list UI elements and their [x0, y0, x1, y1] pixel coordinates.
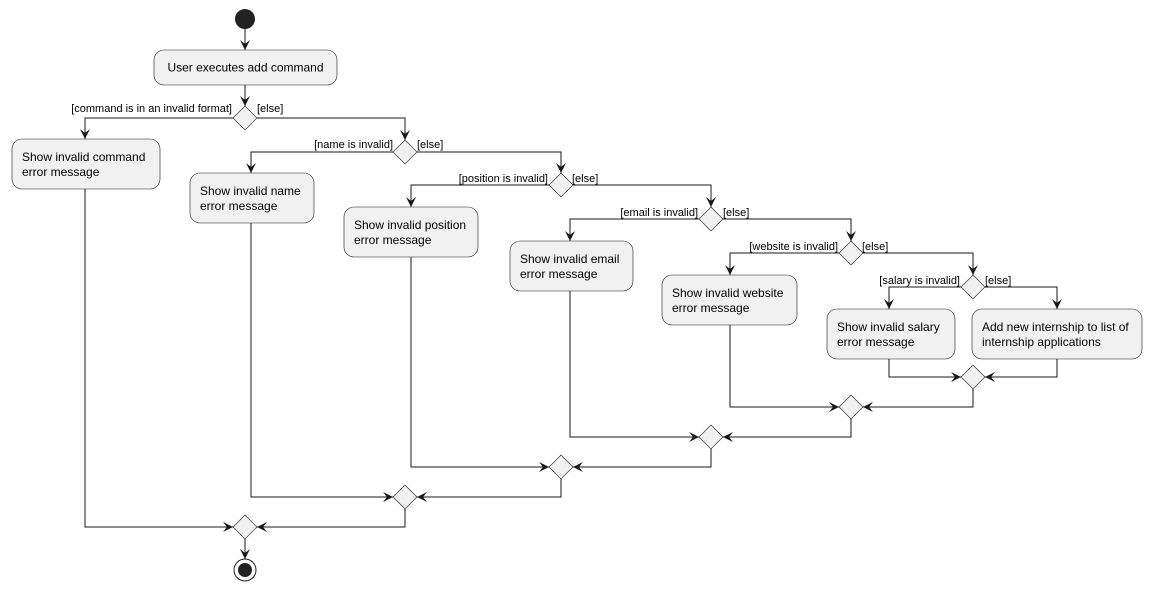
- edge: [863, 252, 978, 275]
- guard-d3-yes: [position is invalid]: [459, 173, 548, 185]
- edge: [725, 252, 839, 275]
- activity-invalid-name: Show invalid name error message: [189, 172, 315, 224]
- decision-d1: [232, 105, 258, 131]
- edge: [80, 117, 233, 139]
- guard-d4-yes: [email is invalid]: [620, 207, 698, 219]
- edge: [565, 218, 699, 241]
- guard-d6-no: [else]: [985, 275, 1011, 287]
- activity-label: User executes add command: [167, 61, 323, 75]
- guard-d3-no: [else]: [572, 173, 598, 185]
- merge-m5: [838, 394, 864, 420]
- decision-d4: [698, 206, 724, 232]
- edge: [246, 151, 393, 173]
- activity-invalid-position: Show invalid position error message: [343, 206, 479, 258]
- edge: [257, 117, 410, 140]
- activity-invalid-salary: Show invalid salary error message: [826, 308, 956, 360]
- edge: [417, 479, 562, 502]
- activity-diagram: User executes add command Show invalid co…: [11, 9, 1143, 582]
- guard-d5-yes: [website is invalid]: [749, 241, 838, 253]
- guard-d1-yes: [command is in an invalid format]: [71, 103, 232, 115]
- edge: [573, 449, 712, 472]
- edge: [985, 359, 1058, 382]
- merge-m3: [548, 454, 574, 480]
- nodes: User executes add command Show invalid co…: [11, 9, 1143, 582]
- guard-d4-no: [else]: [723, 207, 749, 219]
- merge-m4: [698, 424, 724, 450]
- edge: [257, 509, 406, 532]
- edge: [723, 419, 852, 442]
- edge: [573, 184, 716, 207]
- decision-d6: [960, 274, 986, 300]
- guard-d2-yes: [name is invalid]: [314, 139, 393, 151]
- start-node: [235, 9, 255, 29]
- activity-add-internship: Add new internship to list of internship …: [971, 308, 1143, 360]
- activity-invalid-website: Show invalid website error message: [661, 274, 798, 326]
- guard-d1-no: [else]: [257, 103, 283, 115]
- edge: [417, 151, 566, 173]
- edge: [729, 325, 839, 412]
- activity-invalid-command: Show invalid command error message: [11, 138, 161, 190]
- merge-m6: [960, 364, 986, 390]
- decision-d3: [548, 172, 574, 198]
- guard-d6-yes: [salary is invalid]: [879, 275, 960, 287]
- decision-d2: [392, 139, 418, 165]
- edge: [406, 184, 549, 207]
- guard-d2-no: [else]: [417, 139, 443, 151]
- edge: [84, 189, 233, 532]
- decision-d5: [838, 240, 864, 266]
- edge: [888, 359, 961, 382]
- activity-start-cmd: User executes add command: [153, 49, 338, 86]
- edge: [723, 218, 856, 241]
- merge-m2: [392, 484, 418, 510]
- edge: [250, 223, 393, 502]
- edge: [985, 286, 1062, 309]
- guard-d5-no: [else]: [862, 241, 888, 253]
- edge: [863, 389, 974, 412]
- activity-invalid-email: Show invalid email error message: [509, 240, 634, 292]
- merge-m1: [232, 514, 258, 540]
- edge: [884, 286, 961, 309]
- end-node: [233, 558, 257, 582]
